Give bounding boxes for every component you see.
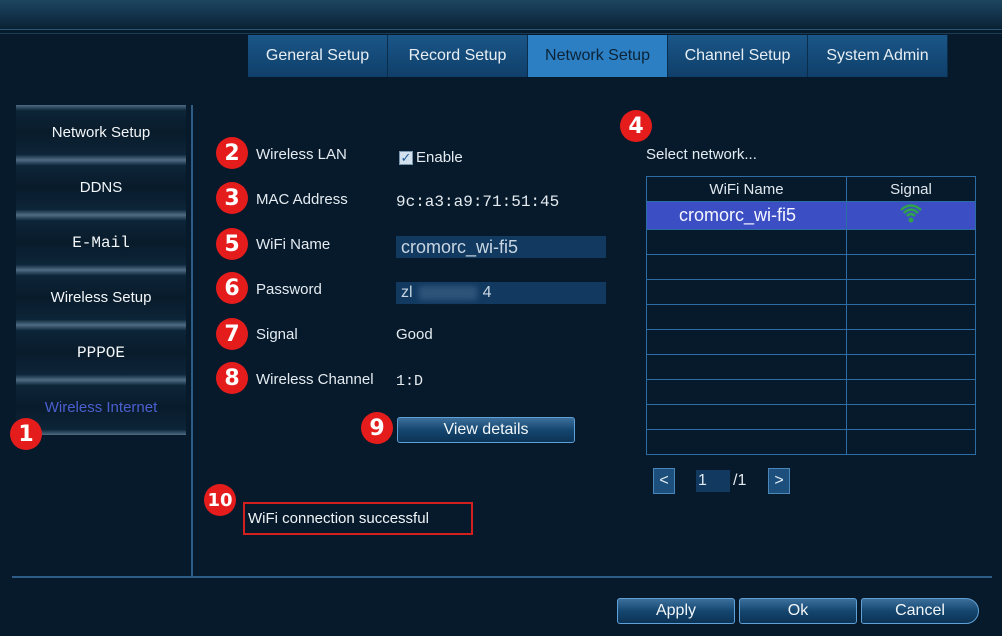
select-network-label: Select network... — [646, 146, 757, 163]
annotation-badge: 3 — [216, 182, 248, 214]
annotation-badge: 4 — [620, 110, 652, 142]
annotation-badge: 2 — [216, 137, 248, 169]
status-message: WiFi connection successful — [243, 502, 473, 535]
wifi-signal-icon — [900, 204, 922, 223]
sidebar-item-pppoe[interactable]: PPPOE — [16, 325, 186, 380]
wireless-channel-label: Wireless Channel — [256, 371, 374, 388]
sidebar-item-email[interactable]: E-Mail — [16, 215, 186, 270]
tab-channel-setup[interactable]: Channel Setup — [668, 35, 808, 77]
sidebar-item-wireless-internet[interactable]: Wireless Internet — [16, 380, 186, 435]
signal-label: Signal — [256, 326, 298, 343]
enable-label: Enable — [416, 149, 463, 166]
network-name-cell: cromorc_wi-fi5 — [646, 201, 847, 230]
tab-network-setup[interactable]: Network Setup — [528, 35, 668, 77]
sidebar: Network Setup DDNS E-Mail Wireless Setup… — [16, 105, 186, 435]
password-prefix: zl — [401, 284, 413, 301]
tab-system-admin[interactable]: System Admin — [808, 35, 948, 77]
password-redaction — [418, 286, 477, 300]
wifi-name-field[interactable]: cromorc_wi-fi5 — [396, 236, 606, 258]
signal-value: Good — [396, 326, 433, 343]
password-field[interactable]: zl 4 — [396, 282, 606, 304]
tab-general-setup[interactable]: General Setup — [248, 35, 388, 77]
annotation-badge: 10 — [204, 484, 236, 516]
table-row[interactable] — [646, 254, 976, 280]
enable-checkbox[interactable]: ✓ — [399, 151, 413, 165]
annotation-badge: 8 — [216, 362, 248, 394]
apply-button[interactable]: Apply — [617, 598, 735, 624]
ok-button[interactable]: Ok — [739, 598, 857, 624]
tab-record-setup[interactable]: Record Setup — [388, 35, 528, 77]
top-bar — [0, 0, 1002, 34]
prev-page-button[interactable]: < — [653, 468, 675, 494]
sidebar-item-network-setup[interactable]: Network Setup — [16, 105, 186, 160]
sidebar-item-wireless-setup[interactable]: Wireless Setup — [16, 270, 186, 325]
table-row[interactable] — [646, 304, 976, 330]
page-number-field[interactable]: 1 — [696, 470, 730, 492]
table-row[interactable] — [646, 229, 976, 255]
wifi-name-label: WiFi Name — [256, 236, 331, 253]
signal-cell — [846, 201, 976, 230]
table-row[interactable] — [646, 404, 976, 430]
table-row[interactable]: cromorc_wi-fi5 — [646, 201, 976, 230]
annotation-badge: 5 — [216, 228, 248, 260]
table-row[interactable] — [646, 329, 976, 355]
annotation-badge: 1 — [10, 418, 42, 450]
annotation-badge: 6 — [216, 272, 248, 304]
table-row[interactable] — [646, 354, 976, 380]
wireless-lan-label: Wireless LAN — [256, 146, 347, 163]
annotation-badge: 9 — [361, 412, 393, 444]
cancel-button[interactable]: Cancel — [861, 598, 979, 624]
chevron-right-icon: > — [774, 472, 784, 489]
table-row[interactable] — [646, 379, 976, 405]
column-header-wifi-name: WiFi Name — [646, 176, 847, 202]
horizontal-divider — [12, 576, 992, 578]
chevron-left-icon: < — [659, 472, 669, 489]
vertical-divider — [191, 105, 193, 577]
password-label: Password — [256, 281, 322, 298]
sidebar-item-ddns[interactable]: DDNS — [16, 160, 186, 215]
wireless-channel-value: 1:D — [396, 373, 424, 390]
table-row[interactable] — [646, 279, 976, 305]
table-row[interactable] — [646, 429, 976, 455]
page-total: /1 — [733, 472, 747, 489]
mac-address-value: 9c:a3:a9:71:51:45 — [396, 193, 560, 211]
mac-address-label: MAC Address — [256, 191, 348, 208]
column-header-signal: Signal — [846, 176, 976, 202]
password-suffix: 4 — [482, 284, 492, 301]
main-tabs: General Setup Record Setup Network Setup… — [248, 35, 948, 77]
next-page-button[interactable]: > — [768, 468, 790, 494]
network-table: WiFi Name Signal cromorc_wi-fi5 — [646, 176, 976, 455]
annotation-badge: 7 — [216, 318, 248, 350]
view-details-button[interactable]: View details — [397, 417, 575, 443]
